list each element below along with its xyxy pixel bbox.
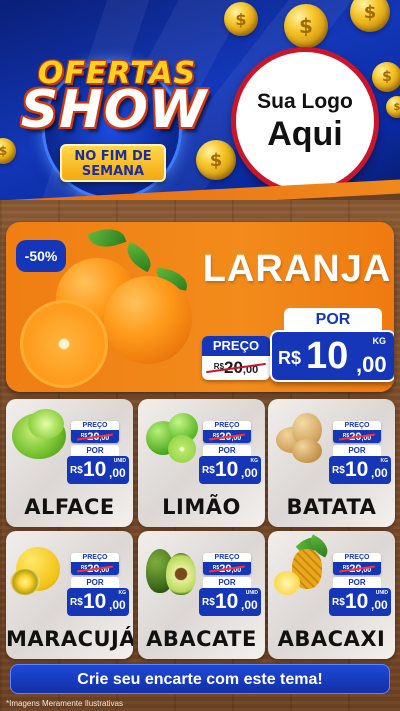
- new-price-tag: R$ 10,00 UNID: [199, 588, 261, 616]
- preco-label: PREÇO: [202, 336, 270, 356]
- por-label: POR: [284, 308, 382, 332]
- ofertas-show-emblem: OFERTAS SHOW NO FIM DE SEMANA: [14, 50, 206, 200]
- price-unit: UNID: [245, 590, 258, 596]
- old-price: R$20,00: [203, 562, 251, 575]
- preco-label: PREÇO: [214, 422, 240, 429]
- price-cents: ,00: [241, 598, 258, 612]
- price-cents: ,00: [241, 466, 258, 480]
- currency: R$: [332, 597, 345, 608]
- product-card[interactable]: PREÇO R$20,00 POR R$ 10,00 UNID ALFACE: [6, 399, 133, 527]
- new-price-tag: R$ 10,00 UNID: [329, 588, 391, 616]
- preco-label: PREÇO: [82, 422, 108, 429]
- featured-product-card[interactable]: -50% LARANJA PREÇO R$20,00 POR R$ 10 ,00…: [6, 222, 394, 392]
- old-price-tag: PREÇO R$20,00: [333, 553, 381, 575]
- old-price: R$20,00: [71, 562, 119, 575]
- coin-icon: $: [284, 4, 328, 48]
- new-price-tag: R$ 10,00 KG: [329, 456, 391, 484]
- coin-icon: $: [372, 62, 400, 92]
- new-price-tag: R$ 10 ,00 KG: [270, 330, 394, 382]
- old-price-tag: PREÇO R$20,00: [203, 421, 251, 443]
- product-name: ABACAXI: [277, 627, 386, 651]
- product-name: MARACUJÁ: [6, 627, 133, 651]
- weekend-badge: NO FIM DE SEMANA: [60, 144, 166, 182]
- product-card[interactable]: PREÇO R$20,00 POR R$ 10,00 KG BATATA: [268, 399, 395, 527]
- old-price: R$20,00: [333, 430, 381, 443]
- product-card[interactable]: PREÇO R$20,00 POR R$ 10,00 KG MARACUJÁ: [6, 531, 133, 659]
- product-name: BATATA: [286, 495, 377, 519]
- currency: R$: [332, 465, 345, 476]
- old-price-tag: PREÇO R$20,00: [71, 421, 119, 443]
- lime-icon: [138, 399, 208, 479]
- price-integer: 10: [83, 458, 107, 481]
- price-unit: UNID: [375, 590, 388, 596]
- price-unit: KG: [250, 458, 259, 464]
- store-logo-placeholder: Sua Logo Aqui: [231, 47, 379, 195]
- logo-text-line1: Sua Logo: [257, 90, 353, 113]
- new-price-tag: R$ 10,00 UNID: [67, 456, 129, 484]
- price-integer: 10: [345, 458, 369, 481]
- price-unit: KG: [118, 590, 127, 596]
- currency: R$: [70, 597, 83, 608]
- price-cents: ,00: [371, 466, 388, 480]
- preco-label: PREÇO: [82, 554, 108, 561]
- price-cents: ,00: [109, 598, 126, 612]
- price-integer: 10: [345, 590, 369, 613]
- disclaimer: *Imagens Meramente Ilustrativas: [6, 699, 123, 708]
- weekend-line2: SEMANA: [81, 164, 145, 179]
- price-unit: KG: [372, 336, 387, 346]
- logo-text-line2: Aqui: [267, 115, 343, 153]
- price-cents: ,00: [371, 598, 388, 612]
- title-show: SHOW: [20, 80, 208, 140]
- price-integer: 10: [215, 458, 239, 481]
- currency: R$: [202, 597, 215, 608]
- new-price-tag: R$ 10,00 KG: [199, 456, 261, 484]
- lettuce-icon: [6, 399, 76, 479]
- old-price-tag: PREÇO R$20,00: [71, 553, 119, 575]
- featured-product-name: LARANJA: [202, 248, 392, 290]
- price-cents: ,00: [356, 352, 387, 377]
- price-unit: KG: [380, 458, 389, 464]
- create-flyer-button[interactable]: Crie seu encarte com este tema!: [10, 664, 390, 694]
- weekend-line1: NO FIM DE: [74, 149, 152, 164]
- preco-label: PREÇO: [344, 422, 370, 429]
- price-integer: 10: [215, 590, 239, 613]
- avocado-icon: [138, 531, 208, 611]
- currency: R$: [202, 465, 215, 476]
- price-integer: 10: [306, 335, 349, 377]
- coin-icon: $: [224, 2, 258, 36]
- coin-icon: $: [386, 96, 400, 118]
- product-card[interactable]: PREÇO R$20,00 POR R$ 10,00 UNID ABACATE: [138, 531, 265, 659]
- old-price: R$20,00: [203, 430, 251, 443]
- new-price-tag: R$ 10,00 KG: [67, 588, 129, 616]
- old-price: R$20,00: [333, 562, 381, 575]
- currency: R$: [278, 348, 302, 368]
- price-unit: UNID: [113, 458, 126, 464]
- coin-icon: $: [350, 0, 390, 32]
- passion-fruit-icon: [6, 531, 76, 611]
- pineapple-icon: [268, 531, 338, 611]
- header-banner: $ $ $ $ $ $ $ OFERTAS SHOW NO FIM DE SEM…: [0, 0, 400, 210]
- preco-label: PREÇO: [214, 554, 240, 561]
- old-price: R$20,00: [202, 356, 270, 380]
- currency: R$: [70, 465, 83, 476]
- price-cents: ,00: [109, 466, 126, 480]
- old-price-tag: PREÇO R$20,00: [203, 553, 251, 575]
- product-name: LIMÃO: [162, 495, 241, 519]
- potato-icon: [268, 399, 338, 479]
- product-card[interactable]: PREÇO R$20,00 POR R$ 10,00 KG LIMÃO: [138, 399, 265, 527]
- preco-label: PREÇO: [344, 554, 370, 561]
- product-card[interactable]: PREÇO R$20,00 POR R$ 10,00 UNID ABACAXI: [268, 531, 395, 659]
- flyer-page: $ $ $ $ $ $ $ OFERTAS SHOW NO FIM DE SEM…: [0, 0, 400, 711]
- product-name: ABACATE: [146, 627, 257, 651]
- old-price-tag: PREÇO R$20,00: [333, 421, 381, 443]
- old-price-tag: PREÇO R$20,00: [202, 336, 270, 380]
- old-price: R$20,00: [71, 430, 119, 443]
- product-name: ALFACE: [24, 495, 115, 519]
- price-integer: 10: [83, 590, 107, 613]
- discount-badge: -50%: [16, 240, 66, 272]
